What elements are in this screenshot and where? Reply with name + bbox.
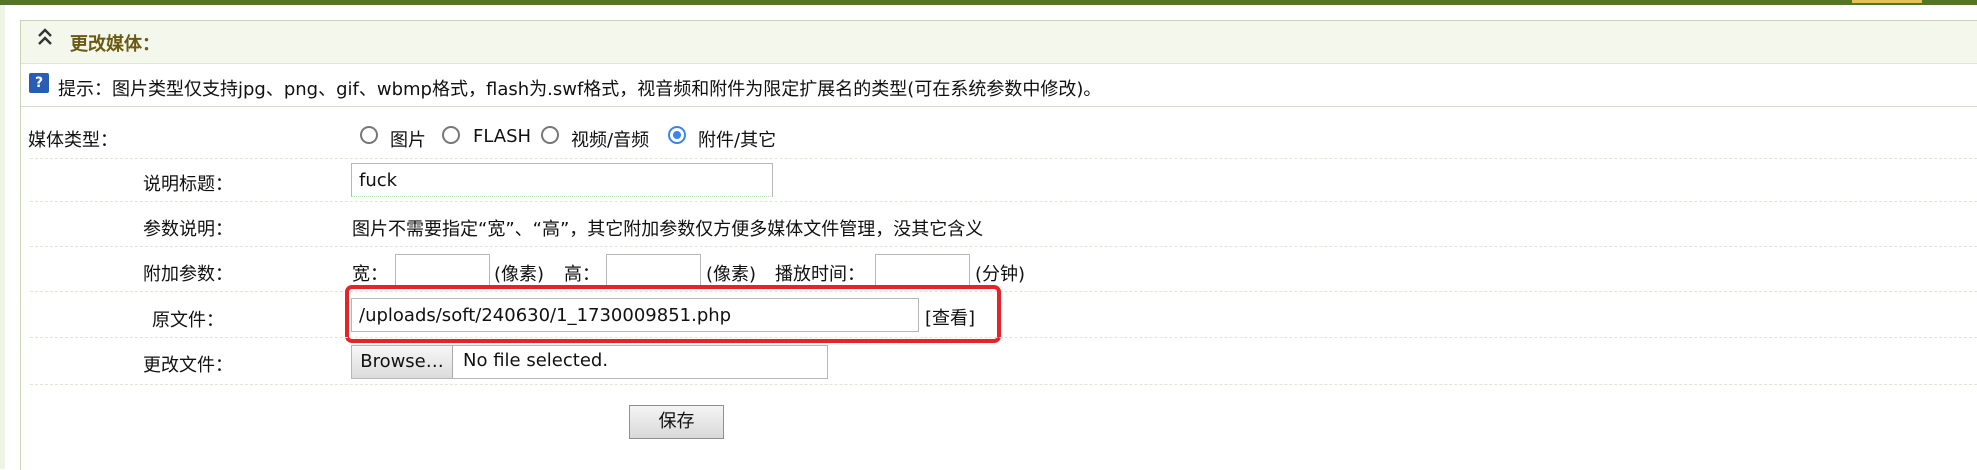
- duration-input[interactable]: [875, 254, 970, 288]
- width-label: 宽：: [352, 264, 388, 285]
- top-bar-tab: [1852, 0, 1922, 3]
- original-file-label: 原文件：: [152, 310, 224, 331]
- row-divider: [30, 158, 1977, 159]
- radio-attachment-label[interactable]: 附件/其它: [698, 126, 776, 152]
- change-file-label: 更改文件：: [143, 355, 233, 376]
- radio-flash[interactable]: [442, 126, 460, 144]
- row-divider: [30, 201, 1977, 202]
- panel-title: 更改媒体：: [70, 34, 160, 55]
- help-icon: ?: [29, 73, 49, 93]
- param-desc-label: 参数说明：: [143, 219, 233, 240]
- row-divider: [30, 246, 1977, 247]
- param-desc-text: 图片不需要指定“宽”、“高”，其它附加参数仅方便多媒体文件管理，没其它含义: [352, 219, 984, 240]
- row-divider: [30, 384, 1977, 385]
- double-chevron-up-icon[interactable]: [37, 24, 53, 60]
- left-edge: [0, 5, 5, 469]
- title-label: 说明标题：: [143, 174, 233, 195]
- radio-attachment[interactable]: [668, 126, 686, 144]
- radio-video-audio[interactable]: [541, 126, 559, 144]
- radio-image-label[interactable]: 图片: [390, 126, 426, 152]
- radio-image[interactable]: [360, 126, 378, 144]
- file-status-text: No file selected.: [463, 350, 609, 371]
- tip-text: 提示：图片类型仅支持jpg、png、gif、wbmp格式，flash为.swf格…: [58, 79, 1102, 100]
- extra-params-label: 附加参数：: [143, 264, 233, 285]
- highlight-box: [345, 285, 1001, 343]
- height-label: 高：: [564, 264, 600, 285]
- height-input[interactable]: [606, 254, 701, 288]
- row-divider: [30, 291, 1977, 292]
- width-unit: (像素): [494, 264, 545, 285]
- height-unit: (像素): [706, 264, 757, 285]
- media-type-label: 媒体类型：: [28, 130, 118, 151]
- duration-unit: (分钟): [975, 264, 1026, 285]
- browse-button[interactable]: Browse…: [352, 346, 453, 378]
- top-bar: [0, 0, 1977, 5]
- duration-label: 播放时间：: [775, 264, 865, 285]
- radio-video-audio-label[interactable]: 视频/音频: [571, 126, 649, 152]
- panel-header: [21, 21, 1977, 64]
- row-divider: [30, 337, 1977, 338]
- title-input[interactable]: [351, 163, 773, 197]
- save-button[interactable]: 保存: [629, 405, 724, 439]
- width-input[interactable]: [395, 254, 490, 288]
- radio-flash-label[interactable]: FLASH: [473, 126, 531, 147]
